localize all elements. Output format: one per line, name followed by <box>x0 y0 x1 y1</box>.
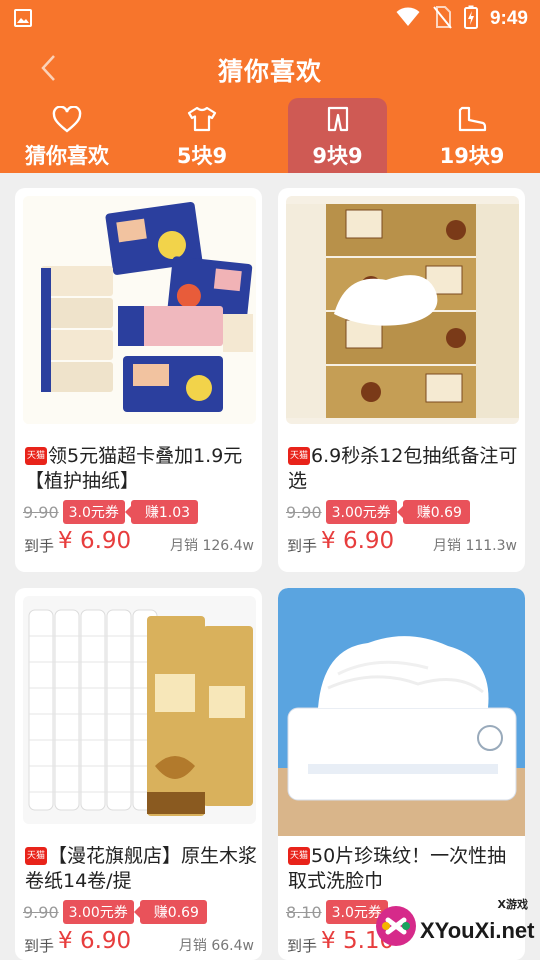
product-image <box>23 196 256 424</box>
monthly-sales: 月销 111.3w <box>433 538 517 554</box>
product-image <box>286 196 519 424</box>
product-card[interactable]: 天猫 6.9秒杀12包抽纸备注可选 9.90 3.00元券 赚0.69 到手 ¥ … <box>278 188 525 572</box>
gamepad-logo-icon <box>376 906 416 946</box>
status-time: 9:49 <box>489 8 528 29</box>
pants-icon <box>326 104 350 134</box>
heart-icon <box>52 104 82 134</box>
final-price-label: 到手 <box>287 937 318 955</box>
site-watermark: X游戏 XYouXi.net <box>370 888 540 960</box>
original-price: 9.90 <box>286 502 322 522</box>
final-price: ¥ 6.90 <box>321 528 395 554</box>
price-row: 9.90 3.0元券 赚1.03 <box>23 500 199 524</box>
no-sim-icon <box>432 5 452 33</box>
tab-label: 9块9 <box>312 144 363 168</box>
product-card[interactable]: 天猫 领5元猫超卡叠加1.9元【植护抽纸】 9.90 3.0元券 赚1.03 到手… <box>15 188 262 572</box>
product-title: 天猫 50片珍珠纹！一次性抽取式洗脸巾 <box>288 845 507 892</box>
original-price: 8.10 <box>286 902 322 922</box>
final-price-label: 到手 <box>24 537 55 555</box>
monthly-sales: 月销 126.4w <box>170 538 254 554</box>
tab-9-9[interactable]: 9块9 <box>288 98 387 173</box>
final-price: ¥ 6.90 <box>58 928 132 954</box>
header: 9:49 猜你喜欢 猜你喜欢 5块9 9块9 19块9 <box>0 0 540 173</box>
watermark-small-text: X游戏 <box>497 898 528 911</box>
rebate-badge: 赚0.69 <box>396 500 470 524</box>
product-title: 天猫 6.9秒杀12包抽纸备注可选 <box>288 445 518 492</box>
final-price: ¥ 6.90 <box>58 528 132 554</box>
boot-icon <box>457 104 487 134</box>
price-row: 9.90 3.00元券 赚0.69 <box>286 500 470 524</box>
final-price-label: 到手 <box>287 537 318 555</box>
tmall-badge: 天猫 <box>288 847 310 865</box>
rebate-badge: 赚1.03 <box>124 500 199 524</box>
coupon-badge: 3.00元券 <box>325 500 397 524</box>
battery-charging-icon <box>463 5 478 33</box>
watermark-site: XYouXi.net <box>420 918 535 943</box>
tab-label: 猜你喜欢 <box>25 144 109 168</box>
final-price-row: 到手 ¥ 6.90 月销 66.4w <box>24 928 256 958</box>
final-price-label: 到手 <box>24 937 55 955</box>
final-price-row: 到手 ¥ 6.90 月销 111.3w <box>287 528 519 558</box>
original-price: 9.90 <box>23 902 59 922</box>
tmall-badge: 天猫 <box>25 847 47 865</box>
monthly-sales: 月销 66.4w <box>178 938 254 954</box>
shirt-icon <box>187 104 217 134</box>
tab-label: 5块9 <box>176 144 228 168</box>
rebate-badge: 赚0.69 <box>133 900 207 924</box>
product-card[interactable]: 天猫 【漫花旗舰店】原生木浆卷纸14卷/提 9.90 3.00元券 赚0.69 到… <box>15 588 262 960</box>
wifi-icon <box>396 7 420 31</box>
title-bar: 猜你喜欢 <box>0 40 540 96</box>
product-image <box>278 588 525 836</box>
product-image <box>23 596 256 824</box>
page-title: 猜你喜欢 <box>217 57 322 86</box>
coupon-badge: 3.00元券 <box>62 900 134 924</box>
status-icons: 9:49 <box>396 5 528 33</box>
tab-label: 19块9 <box>439 144 505 168</box>
original-price: 9.90 <box>23 502 59 522</box>
product-title: 天猫 【漫花旗舰店】原生木浆卷纸14卷/提 <box>25 845 258 892</box>
category-tabs: 猜你喜欢 5块9 9块9 19块9 <box>0 98 540 173</box>
tab-guess-you-like[interactable]: 猜你喜欢 <box>8 98 126 173</box>
tab-19-9[interactable]: 19块9 <box>420 98 524 173</box>
final-price-row: 到手 ¥ 6.90 月销 126.4w <box>24 528 256 558</box>
product-title: 天猫 领5元猫超卡叠加1.9元【植护抽纸】 <box>25 445 243 492</box>
tmall-badge: 天猫 <box>288 447 310 465</box>
gallery-notification-icon <box>14 9 32 31</box>
price-row: 9.90 3.00元券 赚0.69 <box>23 900 207 924</box>
tab-5-9[interactable]: 5块9 <box>148 98 256 173</box>
status-bar: 9:49 <box>0 0 540 36</box>
coupon-badge: 3.0元券 <box>62 500 125 524</box>
tmall-badge: 天猫 <box>25 447 47 465</box>
